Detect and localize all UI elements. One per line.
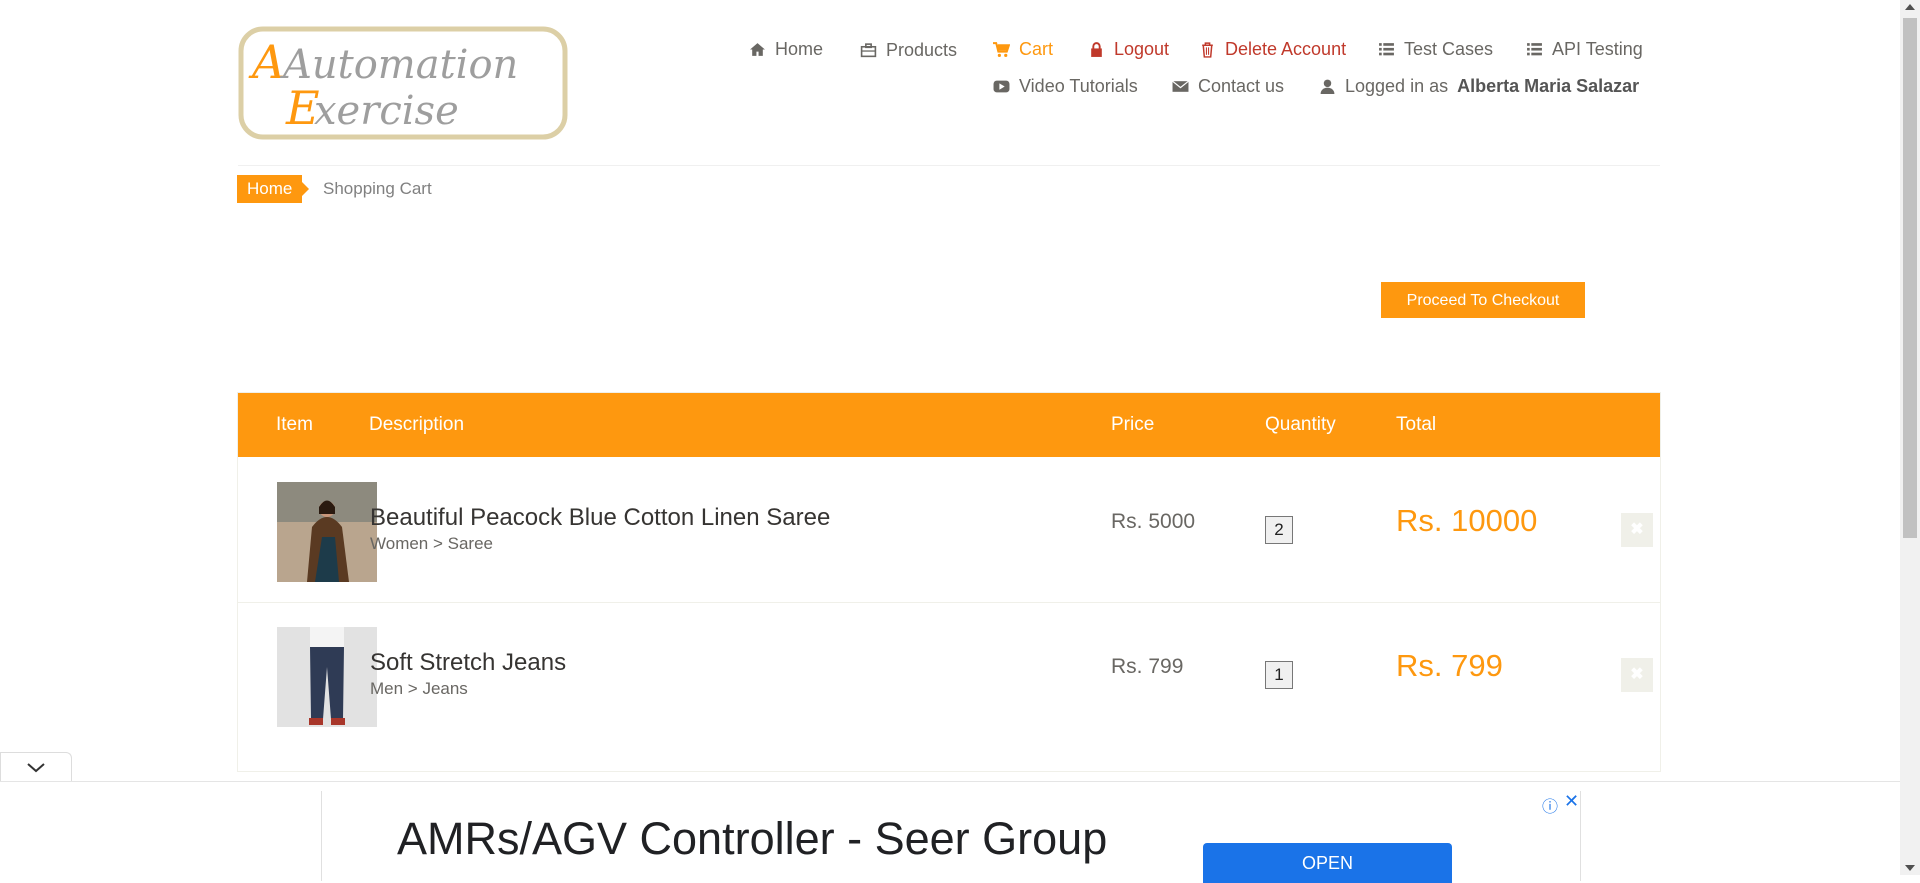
user-name: Alberta Maria Salazar <box>1457 76 1640 96</box>
header-total: Total <box>1396 414 1437 435</box>
product-price: Rs. 5000 <box>1111 510 1196 533</box>
header-item: Item <box>276 414 313 435</box>
ad-collapse-toggle[interactable] <box>0 752 72 782</box>
nav-cart[interactable]: Cart <box>993 39 1053 60</box>
logged-in-user: Logged in as Alberta Maria Salazar <box>1319 76 1639 97</box>
svg-text:A: A <box>248 35 285 89</box>
user-icon <box>1320 79 1335 94</box>
product-image-jeans[interactable] <box>277 627 377 727</box>
remove-item-button[interactable]: ✖ <box>1621 658 1653 692</box>
header-divider <box>238 165 1660 166</box>
proceed-to-checkout-button[interactable]: Proceed To Checkout <box>1381 282 1585 318</box>
times-icon: ✖ <box>1630 666 1644 683</box>
header-description: Description <box>369 414 465 435</box>
page-scrollbar[interactable] <box>1900 0 1920 875</box>
product-category: Men > Jeans <box>370 679 468 698</box>
table-row: Soft Stretch Jeans Men > Jeans Rs. 799 1… <box>238 602 1660 747</box>
nav-test-cases[interactable]: Test Cases <box>1378 39 1493 60</box>
nav-logout[interactable]: Logout <box>1088 39 1169 60</box>
times-icon: ✖ <box>1630 521 1644 538</box>
lock-icon <box>1091 42 1102 57</box>
ad-title[interactable]: AMRs/AGV Controller - Seer Group <box>397 813 1107 865</box>
cart-table-header: Item Description Price Quantity Total <box>238 393 1660 457</box>
ad-banner: AMRs/AGV Controller - Seer Group OPEN ⓘ … <box>0 781 1900 883</box>
briefcase-icon <box>860 43 877 58</box>
nav-home[interactable]: Home <box>749 39 823 60</box>
envelope-icon <box>1172 80 1189 92</box>
product-category: Women > Saree <box>370 534 494 553</box>
trash-icon <box>1202 42 1213 58</box>
nav-products[interactable]: Products <box>860 40 957 61</box>
home-icon <box>750 43 765 56</box>
scroll-up-arrow-icon[interactable] <box>1905 4 1915 10</box>
nav-delete-account[interactable]: Delete Account <box>1199 39 1346 60</box>
ad-content[interactable]: AMRs/AGV Controller - Seer Group OPEN ⓘ … <box>321 791 1581 883</box>
scroll-down-arrow-icon[interactable] <box>1905 865 1915 871</box>
chevron-down-icon <box>27 763 45 773</box>
nav-contact-us[interactable]: Contact us <box>1172 76 1284 97</box>
product-price: Rs. 799 <box>1111 655 1184 678</box>
scroll-thumb[interactable] <box>1903 18 1917 538</box>
breadcrumb-current: Shopping Cart <box>323 179 432 198</box>
product-image-saree[interactable] <box>277 482 377 582</box>
breadcrumb-home[interactable]: Home <box>237 175 310 203</box>
quantity-box: 1 <box>1265 661 1293 689</box>
cart-table: Item Description Price Quantity Total Be… <box>237 392 1661 772</box>
list-icon <box>1527 43 1542 56</box>
nav-api-testing[interactable]: API Testing <box>1526 39 1643 60</box>
svg-text:xercise: xercise <box>314 88 459 134</box>
product-name[interactable]: Soft Stretch Jeans <box>370 649 566 677</box>
info-icon[interactable]: ⓘ <box>1542 793 1558 817</box>
product-total: Rs. 799 <box>1396 648 1503 683</box>
remove-item-button[interactable]: ✖ <box>1621 513 1653 547</box>
product-total: Rs. 10000 <box>1396 503 1538 538</box>
close-icon[interactable]: ✕ <box>1564 791 1579 812</box>
table-row: Beautiful Peacock Blue Cotton Linen Sare… <box>238 457 1660 603</box>
shopping-cart-icon <box>993 42 1010 57</box>
ad-open-button[interactable]: OPEN <box>1203 843 1452 883</box>
header-quantity: Quantity <box>1265 414 1336 435</box>
header-price: Price <box>1111 414 1155 435</box>
site-logo[interactable]: A Automation E xercise <box>238 26 568 140</box>
product-name[interactable]: Beautiful Peacock Blue Cotton Linen Sare… <box>370 504 830 532</box>
quantity-box: 2 <box>1265 516 1293 544</box>
youtube-play-icon <box>993 80 1010 93</box>
nav-video-tutorials[interactable]: Video Tutorials <box>993 76 1138 97</box>
list-icon <box>1379 43 1394 56</box>
